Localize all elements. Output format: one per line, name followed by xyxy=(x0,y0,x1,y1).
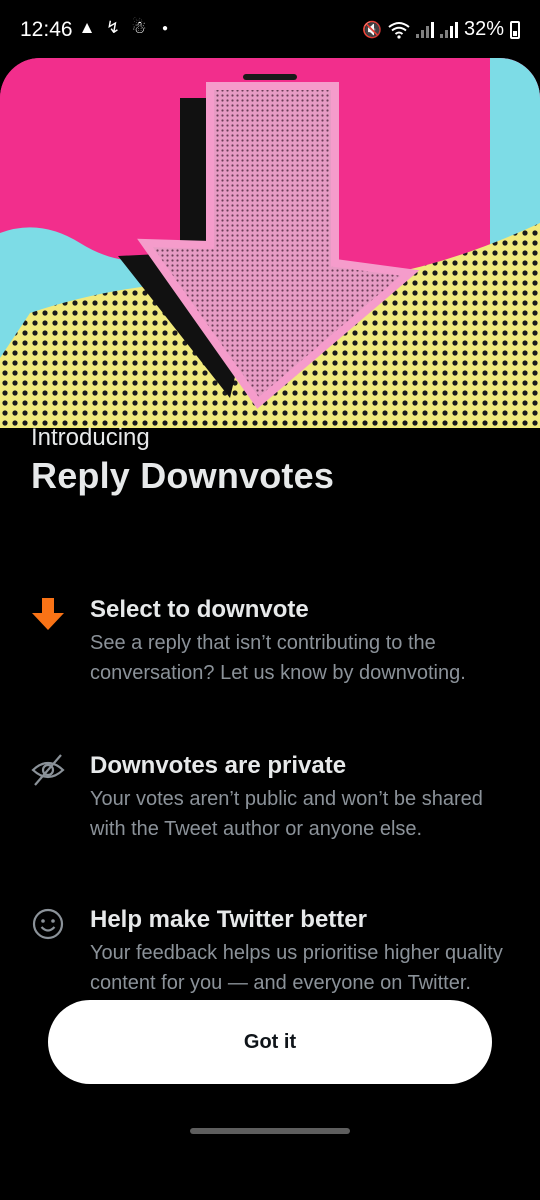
downvote-arrow-icon xyxy=(32,598,64,630)
smiley-icon xyxy=(32,908,64,940)
status-bar: 12:46 ▲ ↯ ☃ ● 🔇 32% xyxy=(0,0,540,58)
dot-icon: ● xyxy=(161,22,169,34)
hero-illustration xyxy=(0,58,540,428)
battery-percent: 32% xyxy=(463,18,504,40)
app-notification-icon: ☃ xyxy=(131,18,147,37)
feature-description: Your feedback helps us prioritise higher… xyxy=(90,942,503,994)
battery-icon xyxy=(510,20,520,39)
home-gesture-bar[interactable] xyxy=(190,1128,350,1134)
signal-icon xyxy=(439,21,458,38)
feature-title: Help make Twitter better xyxy=(90,906,367,933)
feature-description: See a reply that isn’t contributing to t… xyxy=(90,632,466,684)
page-title: Reply Downvotes xyxy=(31,455,335,496)
status-time: 12:46 xyxy=(20,18,73,41)
alert-icon: ▲ xyxy=(78,18,96,37)
eye-off-icon xyxy=(31,754,65,786)
feature-title: Downvotes are private xyxy=(90,752,347,779)
drag-handle[interactable] xyxy=(243,74,297,80)
feature-description: Your votes aren’t public and won’t be sh… xyxy=(90,788,483,840)
signal-icon xyxy=(415,21,434,38)
missed-call-icon: ↯ xyxy=(105,18,121,37)
mute-icon: 🔇 xyxy=(362,21,382,39)
got-it-button[interactable]: Got it xyxy=(48,1000,492,1084)
status-notification-icons: ▲ ↯ ☃ ● xyxy=(78,18,174,38)
wifi-icon xyxy=(388,21,410,39)
status-system-icons: 🔇 32% xyxy=(362,18,520,41)
feature-title: Select to downvote xyxy=(90,596,309,623)
intro-kicker: Introducing xyxy=(31,424,150,451)
downvote-arrow-illustration xyxy=(0,58,540,428)
